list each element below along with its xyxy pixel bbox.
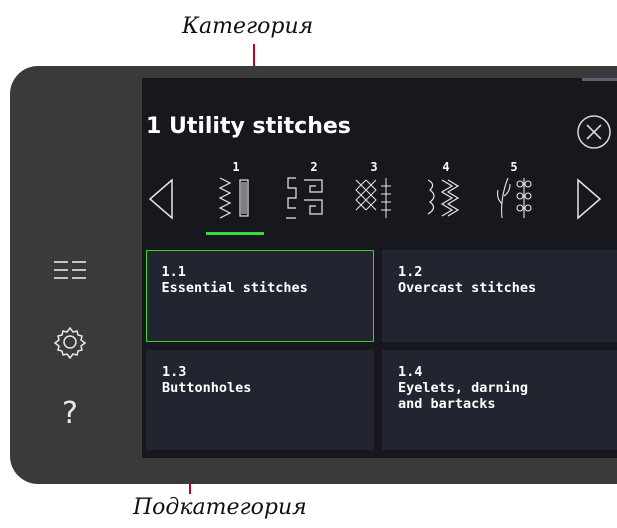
category-prev-button[interactable]: [146, 176, 176, 222]
triangle-left-icon: [148, 178, 173, 220]
subcategory-number: 1.4: [398, 364, 423, 380]
subcategory-tile-1-4[interactable]: 1.4 Eyelets, darning and bartacks: [382, 350, 617, 450]
subcategory-number: 1.3: [162, 364, 187, 380]
help-question-icon[interactable]: ?: [48, 392, 92, 436]
subcategory-label: Essential stitches: [161, 279, 308, 296]
subcategory-tile-1-2[interactable]: 1.2 Overcast stitches: [382, 250, 617, 342]
category-2-overcast-stitch-icon[interactable]: [282, 174, 332, 220]
subcategory-label: Eyelets, darning and bartacks: [398, 380, 529, 412]
close-button[interactable]: [576, 114, 612, 150]
category-3-cross-stitch-icon[interactable]: [352, 174, 402, 220]
gear-icon[interactable]: [48, 320, 92, 364]
category-4-number: 4: [442, 160, 450, 174]
subcategory-label: Overcast stitches: [398, 280, 537, 296]
category-5-number: 5: [510, 160, 518, 174]
category-1-number: 1: [232, 160, 240, 174]
category-next-button[interactable]: [574, 176, 604, 222]
close-circle-icon: [577, 115, 611, 149]
category-3-number: 3: [370, 160, 378, 174]
category-1-utility-stitch-icon[interactable]: [212, 174, 262, 220]
subcategory-tile-1-3[interactable]: 1.3 Buttonholes: [146, 350, 374, 450]
page-title: 1 Utility stitches: [146, 114, 351, 139]
subcategory-annotation: Подкатегория: [133, 495, 307, 520]
subcategory-label: Buttonholes: [162, 380, 252, 396]
help-label: ?: [62, 396, 78, 431]
triangle-right-icon: [577, 178, 602, 220]
subcategory-number: 1.1: [161, 263, 186, 280]
sidebar: ?: [10, 66, 142, 484]
subcategory-tile-1-1[interactable]: 1.1 Essential stitches: [146, 250, 374, 342]
category-2-number: 2: [310, 160, 318, 174]
sewing-machine-panel: ? 1 Utility stitches 1 2 3 4 5 1.1 Essen…: [10, 66, 617, 484]
top-scroll-indicator: [582, 78, 617, 81]
category-annotation: Категория: [182, 14, 314, 39]
subcategory-number: 1.2: [398, 264, 423, 280]
stitch-menu-screen: 1 Utility stitches 1 2 3 4 5 1.1 Essenti…: [142, 78, 617, 458]
category-4-satin-stitch-icon[interactable]: [422, 174, 472, 220]
active-category-indicator: [206, 232, 264, 235]
category-5-decorative-stitch-icon[interactable]: [492, 174, 542, 220]
list-menu-icon[interactable]: [48, 252, 92, 296]
